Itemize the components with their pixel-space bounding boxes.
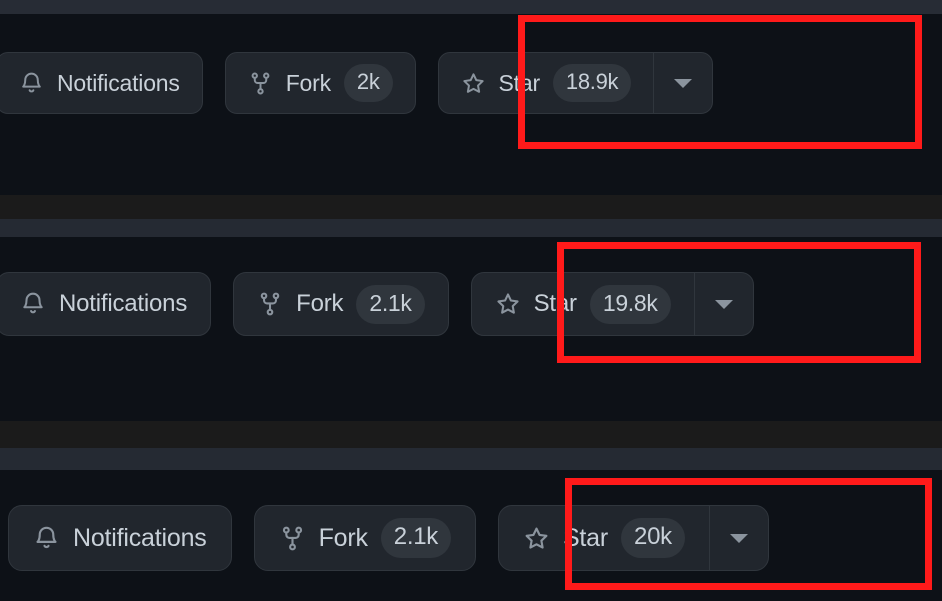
fork-label: Fork [318,523,368,552]
star-dropdown-button[interactable] [710,506,768,570]
repo-forked-icon [257,291,283,317]
chevron-down-icon [729,533,748,543]
bell-icon [33,525,60,552]
star-button[interactable]: Star 20k [499,506,710,570]
fork-label: Fork [296,290,344,317]
star-label: Star [562,523,609,552]
notifications-label: Notifications [59,290,188,317]
notifications-button[interactable]: Notifications [8,505,232,571]
star-dropdown-button[interactable] [695,273,753,335]
chrome-band-top [0,0,942,14]
repo-forked-icon [248,71,273,96]
fork-count: 2.1k [380,518,451,558]
star-icon [461,71,486,96]
bell-icon [20,291,46,317]
notifications-button[interactable]: Notifications [0,272,212,336]
repo-actions-row-3: Notifications Fork 2.1k Star 20k [8,505,769,571]
fork-count: 2.1k [356,284,425,324]
star-button[interactable]: Star 19.8k [472,273,695,335]
star-split-button: Star 20k [497,505,769,571]
chevron-down-icon [674,78,693,88]
repo-forked-icon [279,525,306,552]
star-split-button: Star 18.9k [437,52,714,114]
bell-icon [19,71,44,96]
screenshot-canvas: Notifications Fork 2k Star 18.9k Notific… [0,0,942,601]
fork-button[interactable]: Fork 2.1k [233,272,449,336]
star-label: Star [498,69,541,96]
notifications-label: Notifications [57,69,180,96]
star-label: Star [533,290,577,317]
fork-count: 2k [343,64,393,102]
capture-gap-1-dark [0,195,942,219]
capture-gap-1-chrome [0,219,942,237]
star-icon [523,525,550,552]
chevron-down-icon [714,299,733,309]
star-icon [495,291,521,317]
notifications-button[interactable]: Notifications [0,52,203,114]
notifications-label: Notifications [73,523,207,552]
star-count: 18.9k [552,64,632,102]
star-dropdown-button[interactable] [654,53,712,113]
repo-actions-row-1: Notifications Fork 2k Star 18.9k [0,52,714,114]
capture-gap-2-dark [0,421,942,448]
fork-button[interactable]: Fork 2.1k [253,505,476,571]
repo-actions-row-2: Notifications Fork 2.1k Star 19.8k [0,272,754,336]
star-count: 19.8k [589,284,671,324]
fork-label: Fork [285,69,331,96]
star-split-button: Star 19.8k [470,272,754,336]
star-count: 20k [621,518,685,558]
star-button[interactable]: Star 18.9k [439,53,655,113]
fork-button[interactable]: Fork 2k [224,52,416,114]
capture-gap-2-chrome [0,448,942,470]
